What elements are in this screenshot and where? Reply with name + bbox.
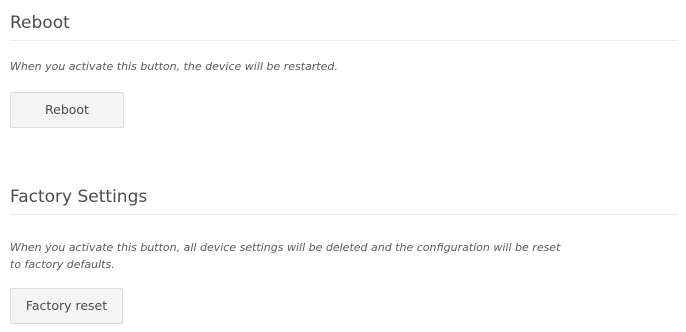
factory-settings-heading: Factory Settings [10, 187, 148, 207]
settings-page: Reboot When you activate this button, th… [0, 0, 686, 332]
reboot-button[interactable]: Reboot [10, 92, 124, 128]
factory-reset-button[interactable]: Factory reset [10, 288, 123, 324]
reboot-description: When you activate this button, the devic… [10, 60, 338, 73]
factory-settings-divider [10, 214, 678, 215]
factory-settings-section: Factory Settings When you activate this … [10, 186, 678, 324]
reboot-divider [10, 40, 678, 41]
factory-description-line2: to factory defaults. [10, 258, 115, 271]
factory-settings-description: When you activate this button, all devic… [10, 239, 678, 273]
factory-description-line1: When you activate this button, all devic… [10, 241, 561, 254]
reboot-heading: Reboot [10, 13, 70, 33]
reboot-section: Reboot When you activate this button, th… [10, 12, 678, 128]
